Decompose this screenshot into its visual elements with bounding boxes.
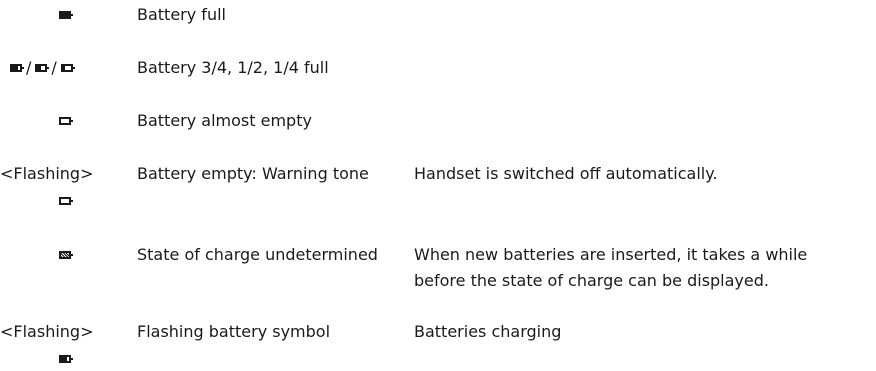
icon-cell: [0, 5, 130, 25]
note: Handset is switched off automatically.: [414, 161, 717, 187]
description: Battery 3/4, 1/2, 1/4 full: [137, 58, 329, 77]
description: Battery full: [137, 5, 226, 24]
battery-half-icon: [35, 64, 50, 72]
note-line: When new batteries are inserted, it take…: [414, 245, 808, 264]
note-line: Handset is switched off automatically.: [414, 164, 718, 183]
separator: /: [26, 58, 32, 77]
battery-full-icon: [59, 11, 73, 19]
description: Flashing battery symbol: [137, 322, 331, 341]
icon-cell: / /: [0, 58, 130, 78]
battery-undetermined-icon: [59, 251, 73, 259]
icon-cell: <Flashing>: [0, 164, 130, 211]
battery-almost-empty-icon: [59, 117, 73, 125]
note-line: before the state of charge can be displa…: [414, 271, 769, 290]
battery-empty-icon: [59, 197, 73, 205]
flashing-label: <Flashing>: [0, 322, 94, 341]
note-line: Batteries charging: [414, 322, 562, 341]
separator: /: [51, 58, 57, 77]
icon-cell: [0, 245, 130, 265]
icon-cell: <Flashing>: [0, 322, 130, 369]
battery-three-quarter-icon: [10, 64, 24, 72]
description: Battery empty: Warning tone: [137, 164, 369, 183]
battery-quarter-icon: [60, 64, 75, 72]
description: State of charge undetermined: [137, 245, 378, 264]
description: Battery almost empty: [137, 111, 312, 130]
note: When new batteries are inserted, it take…: [414, 242, 807, 294]
flashing-label: <Flashing>: [0, 164, 94, 183]
icon-cell: [0, 111, 130, 131]
note: Batteries charging: [414, 319, 561, 345]
battery-charging-icon: [59, 355, 73, 363]
